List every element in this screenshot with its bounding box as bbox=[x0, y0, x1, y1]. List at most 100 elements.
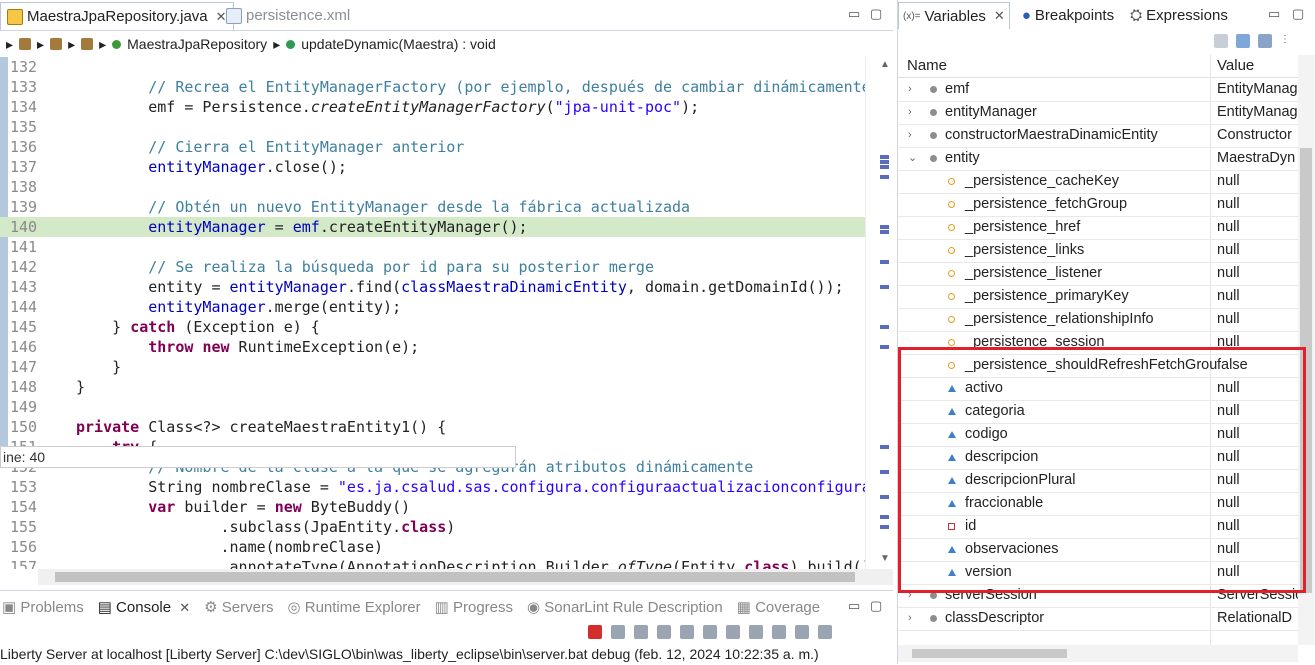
chevron-right-icon[interactable]: › bbox=[908, 78, 918, 100]
code-line[interactable]: 141 bbox=[0, 237, 865, 257]
terminate-icon[interactable] bbox=[588, 625, 602, 639]
maximize-icon[interactable]: ▢ bbox=[1292, 6, 1304, 22]
code-line[interactable]: 153 String nombreClase = "es.ja.csalud.s… bbox=[0, 477, 865, 497]
variable-row[interactable]: › entityManager EntityManag bbox=[898, 101, 1298, 125]
open-console-icon[interactable] bbox=[818, 625, 832, 639]
chevron-right-icon[interactable]: › bbox=[908, 101, 918, 123]
minimize-icon[interactable]: ▭ bbox=[848, 6, 860, 22]
code-line[interactable]: 155 .subclass(JpaEntity.class) bbox=[0, 517, 865, 537]
tab-breakpoints[interactable]: ● Breakpoints bbox=[1018, 3, 1118, 29]
code-line[interactable]: 139 // Obtén un nuevo EntityManager desd… bbox=[0, 197, 865, 217]
chevron-right-icon[interactable]: › bbox=[908, 124, 918, 146]
overview-marker[interactable] bbox=[880, 155, 889, 159]
code-line[interactable]: 147 } bbox=[0, 357, 865, 377]
show-on-error-icon[interactable] bbox=[749, 625, 763, 639]
tab-sonarlint-rule-description[interactable]: ◉ SonarLint Rule Description bbox=[527, 598, 723, 616]
overview-marker[interactable] bbox=[880, 345, 889, 349]
overview-marker[interactable] bbox=[880, 495, 889, 499]
code-line[interactable]: 132 bbox=[0, 57, 865, 77]
maximize-icon[interactable]: ▢ bbox=[870, 598, 882, 614]
overview-marker[interactable] bbox=[880, 225, 889, 229]
code-line[interactable]: 150 private Class<?> createMaestraEntity1… bbox=[0, 417, 865, 437]
variable-row[interactable]: _persistence_cacheKey null bbox=[898, 170, 1298, 194]
code-line[interactable]: 135 bbox=[0, 117, 865, 137]
code-line[interactable]: 134 emf = Persistence.createEntityManage… bbox=[0, 97, 865, 117]
tab-variables[interactable]: (x)= Variables ✕ bbox=[898, 2, 1010, 29]
overview-marker[interactable] bbox=[880, 445, 889, 449]
code-line[interactable]: 137 entityManager.close(); bbox=[0, 157, 865, 177]
code-line[interactable]: 144 entityManager.merge(entity); bbox=[0, 297, 865, 317]
variable-row[interactable]: _persistence_href null bbox=[898, 216, 1298, 240]
tab-persistence-xml[interactable]: persistence.xml bbox=[220, 2, 356, 29]
code-line[interactable]: 156 .name(nombreClase) bbox=[0, 537, 865, 557]
variable-row[interactable]: _persistence_links null bbox=[898, 239, 1298, 263]
view-menu-icon[interactable]: ⋮ bbox=[1280, 34, 1290, 52]
variable-row[interactable]: _persistence_primaryKey null bbox=[898, 285, 1298, 309]
code-line[interactable]: 133 // Recrea el EntityManagerFactory (p… bbox=[0, 77, 865, 97]
code-line[interactable]: 140 entityManager = emf.createEntityMana… bbox=[0, 217, 865, 237]
overview-marker[interactable] bbox=[880, 230, 889, 234]
value-column-header[interactable]: Value bbox=[1217, 57, 1254, 74]
package-icon[interactable] bbox=[81, 38, 94, 50]
chevron-right-icon[interactable]: › bbox=[908, 607, 918, 629]
word-wrap-icon[interactable] bbox=[703, 625, 717, 639]
code-line[interactable]: 154 var builder = new ByteBuddy() bbox=[0, 497, 865, 517]
horizontal-scroll-thumb[interactable] bbox=[55, 572, 855, 582]
remove-all-icon[interactable] bbox=[634, 625, 648, 639]
show-logical-structure-icon[interactable] bbox=[1236, 34, 1250, 48]
tab-console[interactable]: ▤ Console ✕ bbox=[98, 598, 190, 616]
code-line[interactable]: 149 bbox=[0, 397, 865, 417]
overview-marker[interactable] bbox=[880, 470, 889, 474]
collapse-all-icon[interactable] bbox=[1258, 34, 1272, 48]
breadcrumb-method[interactable]: updateDynamic(Maestra) : void bbox=[301, 36, 496, 52]
chevron-down-icon[interactable]: ⌄ bbox=[908, 147, 918, 169]
tab-expressions[interactable]: ⛭ Expressions bbox=[1126, 3, 1232, 29]
minimize-icon[interactable]: ▭ bbox=[848, 598, 860, 614]
variable-row[interactable]: _persistence_listener null bbox=[898, 262, 1298, 286]
code-line[interactable]: 157 .annotateType(AnnotationDescription.… bbox=[0, 557, 865, 569]
minimize-icon[interactable]: ▭ bbox=[1268, 6, 1280, 22]
display-console-icon[interactable] bbox=[795, 625, 809, 639]
show-on-output-icon[interactable] bbox=[726, 625, 740, 639]
variable-row[interactable]: › constructorMaestraDinamicEntity Construc… bbox=[898, 124, 1298, 148]
close-tab-icon[interactable]: ✕ bbox=[179, 600, 190, 615]
scroll-down-icon[interactable]: ▼ bbox=[880, 553, 890, 564]
scroll-up-icon[interactable]: ▲ bbox=[880, 59, 890, 70]
code-line[interactable]: 138 bbox=[0, 177, 865, 197]
overview-marker[interactable] bbox=[880, 175, 889, 179]
show-type-names-icon[interactable] bbox=[1214, 34, 1228, 48]
variable-row[interactable]: _persistence_relationshipInfo null bbox=[898, 308, 1298, 332]
pin-console-icon[interactable] bbox=[772, 625, 786, 639]
variable-row[interactable]: _persistence_fetchGroup null bbox=[898, 193, 1298, 217]
tab-runtime-explorer[interactable]: ◎ Runtime Explorer bbox=[287, 598, 420, 616]
overview-marker[interactable] bbox=[880, 525, 889, 529]
maximize-icon[interactable]: ▢ bbox=[870, 6, 882, 22]
overview-marker[interactable] bbox=[880, 260, 889, 264]
remove-launch-icon[interactable] bbox=[611, 625, 625, 639]
clear-console-icon[interactable] bbox=[657, 625, 671, 639]
project-icon[interactable] bbox=[19, 38, 32, 50]
overview-marker[interactable] bbox=[880, 515, 889, 519]
code-line[interactable]: 142 // Se realiza la búsqueda por id par… bbox=[0, 257, 865, 277]
name-column-header[interactable]: Name bbox=[907, 57, 947, 74]
overview-marker[interactable] bbox=[880, 285, 889, 289]
tab-progress[interactable]: ▥ Progress bbox=[435, 598, 513, 616]
variable-row[interactable]: › classDescriptor RelationalD bbox=[898, 607, 1298, 631]
tab-servers[interactable]: ⚙ Servers bbox=[204, 598, 273, 616]
breadcrumb-class[interactable]: MaestraJpaRepository bbox=[127, 36, 267, 52]
code-line[interactable]: 136 // Cierra el EntityManager anterior bbox=[0, 137, 865, 157]
code-line[interactable]: 145 } catch (Exception e) { bbox=[0, 317, 865, 337]
code-area[interactable]: 132 133 // Recrea el EntityManagerFactory… bbox=[0, 57, 865, 569]
tab-problems[interactable]: ▣ Problems bbox=[2, 598, 84, 616]
variable-row[interactable]: › emf EntityManag bbox=[898, 78, 1298, 102]
code-line[interactable]: 148} bbox=[0, 377, 865, 397]
variable-row[interactable]: ⌄ entity MaestraDyn bbox=[898, 147, 1298, 171]
overview-marker[interactable] bbox=[880, 160, 889, 164]
variables-horizontal-scroll-thumb[interactable] bbox=[912, 649, 1067, 658]
overview-marker[interactable] bbox=[880, 165, 889, 169]
tab-maestra-jpa-repository[interactable]: MaestraJpaRepository.java ✕ bbox=[0, 2, 234, 30]
code-line[interactable]: 146 throw new RuntimeException(e); bbox=[0, 337, 865, 357]
scroll-lock-icon[interactable] bbox=[680, 625, 694, 639]
overview-marker[interactable] bbox=[880, 325, 889, 329]
overview-ruler[interactable]: ▲ ▼ bbox=[865, 57, 894, 569]
